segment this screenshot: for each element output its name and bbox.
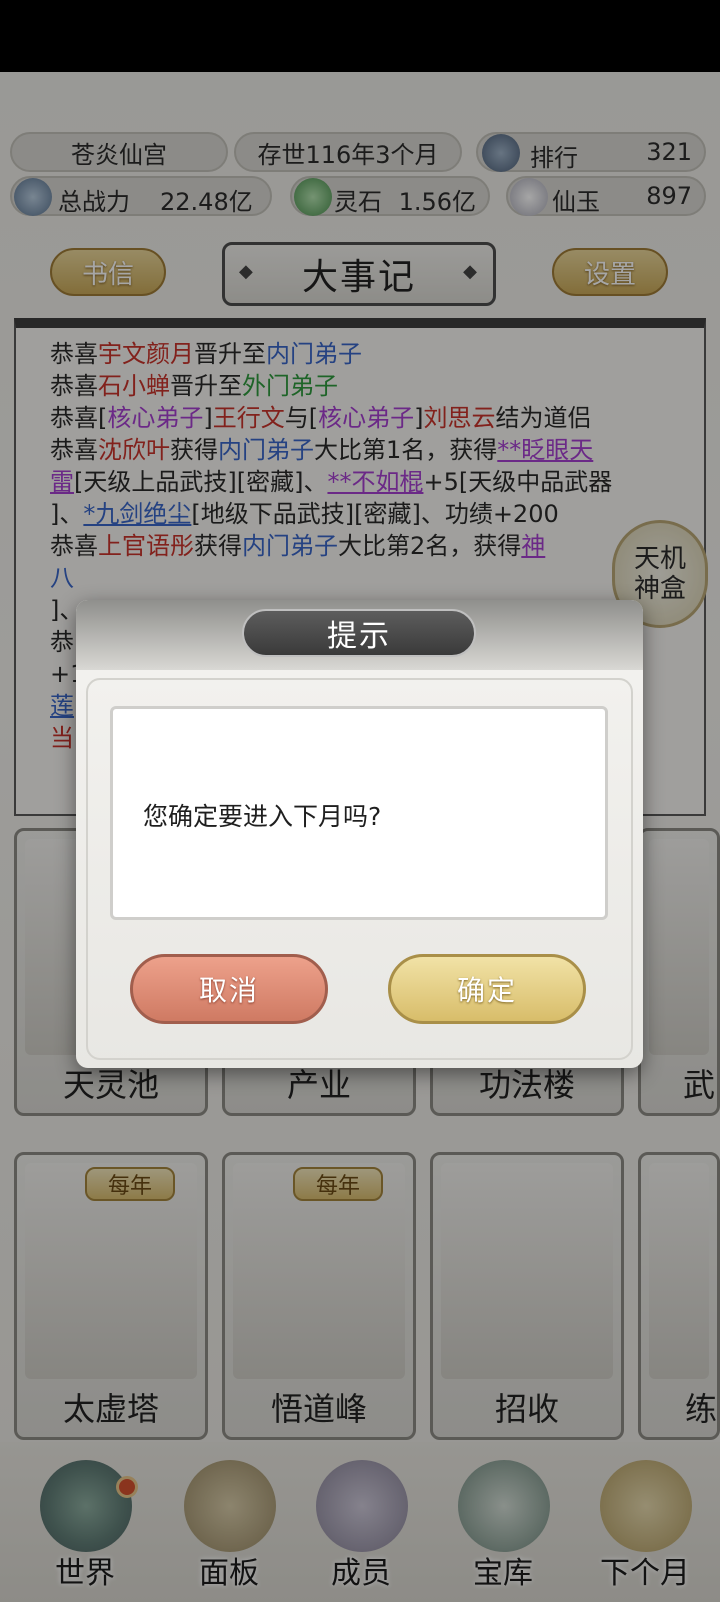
confirm-button[interactable]: 确定 xyxy=(388,954,586,1024)
dialog-title: 提示 xyxy=(242,609,476,657)
cancel-button[interactable]: 取消 xyxy=(130,954,328,1024)
dialog-message-box: 您确定要进入下月吗? xyxy=(110,706,608,920)
confirm-dialog: 提示 您确定要进入下月吗? 取消 确定 xyxy=(76,600,643,1068)
dialog-message: 您确定要进入下月吗? xyxy=(143,802,382,831)
